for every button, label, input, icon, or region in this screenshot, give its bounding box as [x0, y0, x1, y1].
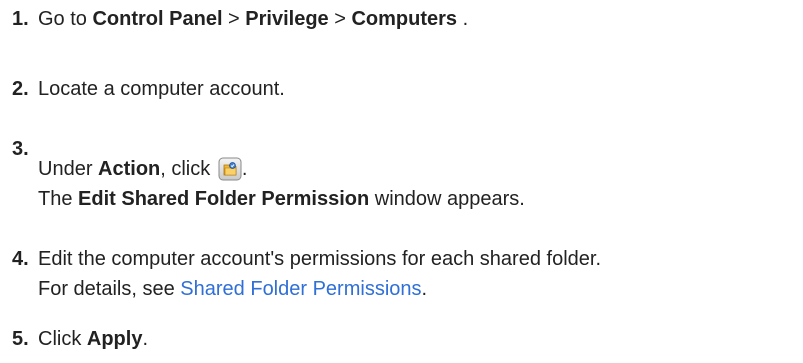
step-text: Go to Control Panel > Privilege > Comput…: [38, 4, 468, 34]
step-text: Locate a computer account.: [38, 78, 285, 100]
nav-control-panel: Control Panel: [92, 8, 223, 30]
step-number: 2.: [12, 78, 29, 100]
breadcrumb-separator: >: [328, 8, 352, 30]
window-name: Edit Shared Folder Permission: [78, 188, 370, 210]
step-details-text: For details, see Shared Folder Permissio…: [38, 274, 427, 304]
nav-computers: Computers: [351, 8, 458, 30]
step-under-text: Under: [38, 158, 99, 180]
step-click-prefix: Click: [38, 328, 87, 350]
step-result-text: The Edit Shared Folder Permission window…: [38, 184, 525, 214]
details-prefix: For details, see: [38, 278, 181, 300]
step-number: 1.: [12, 8, 29, 30]
step-text: Under Action, click .: [38, 154, 247, 184]
shared-folder-permissions-link[interactable]: Shared Folder Permissions: [180, 278, 421, 300]
edit-shared-folder-permission-icon[interactable]: [218, 157, 242, 181]
step-end: .: [457, 8, 469, 30]
step-text: Edit the computer account's permissions …: [38, 248, 601, 270]
details-suffix: .: [421, 278, 428, 300]
nav-privilege: Privilege: [245, 8, 329, 30]
action-column-label: Action: [98, 158, 161, 180]
step-number: 4.: [12, 248, 29, 270]
breadcrumb-separator: >: [222, 8, 246, 30]
step-after-icon: .: [241, 158, 248, 180]
step-text: Click Apply.: [38, 324, 148, 354]
apply-button-label: Apply: [86, 328, 143, 350]
step-number: 5.: [12, 328, 29, 350]
step-result-prefix: The: [38, 188, 79, 210]
step-click-text: , click: [160, 158, 216, 180]
step-go-to-text: Go to: [38, 8, 93, 30]
step-number: 3.: [12, 138, 29, 160]
step-result-suffix: window appears.: [369, 188, 525, 210]
step-suffix: .: [142, 328, 149, 350]
